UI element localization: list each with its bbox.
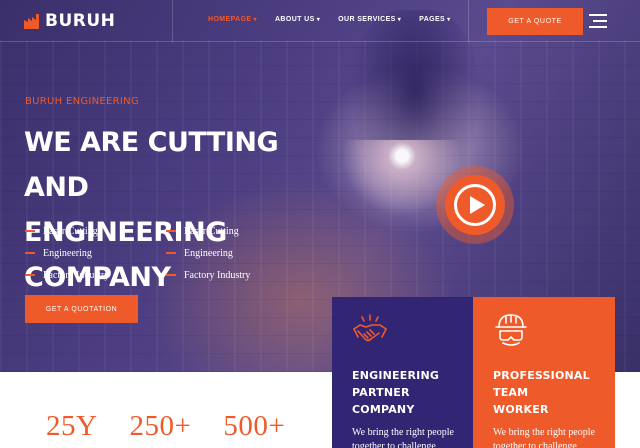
nav-divider xyxy=(172,0,173,42)
menu-item-about-us[interactable]: ABOUT US ▾ xyxy=(275,16,320,23)
card-description: We bring the right people together to ch… xyxy=(352,427,454,448)
feature-label: Laser Cutting xyxy=(184,225,239,237)
menu-item-pages[interactable]: PAGES ▾ xyxy=(419,16,450,23)
feature-card-professional-team[interactable]: PROFESSIONAL TEAM WORKER We bring the ri… xyxy=(473,297,615,448)
card-title: ENGINEERING PARTNER COMPANY xyxy=(352,367,467,418)
logo[interactable]: BURUH xyxy=(24,11,115,31)
dash-icon xyxy=(25,230,35,232)
dash-icon xyxy=(166,252,176,254)
logo-text: BURUH xyxy=(45,11,116,31)
feature-item: Laser Cutting xyxy=(166,220,250,242)
dash-icon xyxy=(166,230,176,232)
menu-item-homepage[interactable]: HOMEPAGE ▾ xyxy=(208,16,257,23)
hero-eyebrow: BURUH ENGINEERING xyxy=(25,96,139,107)
menu-item-label: PAGES xyxy=(419,16,446,23)
stats-row: 25Y 250+ 500+ xyxy=(46,410,317,443)
dash-icon xyxy=(166,274,176,276)
feature-label: Laser Cutting xyxy=(43,225,98,237)
get-a-quotation-button[interactable]: GET A QUOTATION xyxy=(25,295,138,323)
top-navigation: BURUH HOMEPAGE ▾ ABOUT US ▾ OUR SERVICES ▾ … xyxy=(0,0,640,42)
feature-label: Factory Industry xyxy=(43,269,110,281)
nav-divider xyxy=(468,0,469,42)
feature-list-right: Laser Cutting Engineering Factory Indust… xyxy=(166,220,250,286)
get-a-quote-button[interactable]: GET A QUOTE xyxy=(487,8,583,35)
menu-item-label: HOMEPAGE xyxy=(208,16,252,23)
stat-value: 500+ xyxy=(223,410,286,442)
feature-label: Factory Industry xyxy=(184,269,251,281)
dash-icon xyxy=(25,274,35,276)
menu-item-our-services[interactable]: OUR SERVICES ▾ xyxy=(338,16,401,23)
hamburger-menu-icon[interactable] xyxy=(589,14,607,28)
feature-label: Engineering xyxy=(184,247,233,259)
headline-line: WE ARE CUTTING AND xyxy=(24,127,279,203)
handshake-icon xyxy=(353,314,387,342)
video-play-button[interactable] xyxy=(436,166,514,244)
chevron-down-icon: ▾ xyxy=(253,17,257,23)
feature-item: Engineering xyxy=(25,242,109,264)
worker-helmet-icon xyxy=(495,314,527,346)
stat-value: 250+ xyxy=(129,410,192,442)
card-title-line: PROFESSIONAL TEAM xyxy=(493,369,590,399)
dash-icon xyxy=(25,252,35,254)
card-title-line: PARTNER COMPANY xyxy=(352,386,415,416)
menu-item-label: OUR SERVICES xyxy=(338,16,396,23)
main-menu: HOMEPAGE ▾ ABOUT US ▾ OUR SERVICES ▾ PAGES ▾ xyxy=(208,16,469,23)
chevron-down-icon: ▾ xyxy=(316,17,321,23)
chevron-down-icon: ▾ xyxy=(397,17,402,23)
card-description: We bring the right people together to ch… xyxy=(493,427,595,448)
feature-item: Factory Industry xyxy=(166,264,250,286)
feature-label: Engineering xyxy=(43,247,92,259)
card-title-line: WORKER xyxy=(493,403,549,416)
card-title: PROFESSIONAL TEAM WORKER xyxy=(493,367,608,418)
feature-card-engineering-partner[interactable]: ENGINEERING PARTNER COMPANY We bring the… xyxy=(332,297,474,448)
menu-item-label: ABOUT US xyxy=(274,16,315,23)
play-icon xyxy=(454,184,496,226)
feature-item: Factory Industry xyxy=(25,264,109,286)
stat-value: 25Y xyxy=(46,410,98,442)
feature-item: Engineering xyxy=(166,242,250,264)
chevron-down-icon: ▾ xyxy=(447,17,451,23)
feature-item: Laser Cutting xyxy=(25,220,109,242)
factory-logo-icon xyxy=(24,13,39,29)
play-button-inner xyxy=(445,175,505,235)
card-title-line: ENGINEERING xyxy=(352,369,440,382)
feature-list-left: Laser Cutting Engineering Factory Indust… xyxy=(25,220,109,286)
